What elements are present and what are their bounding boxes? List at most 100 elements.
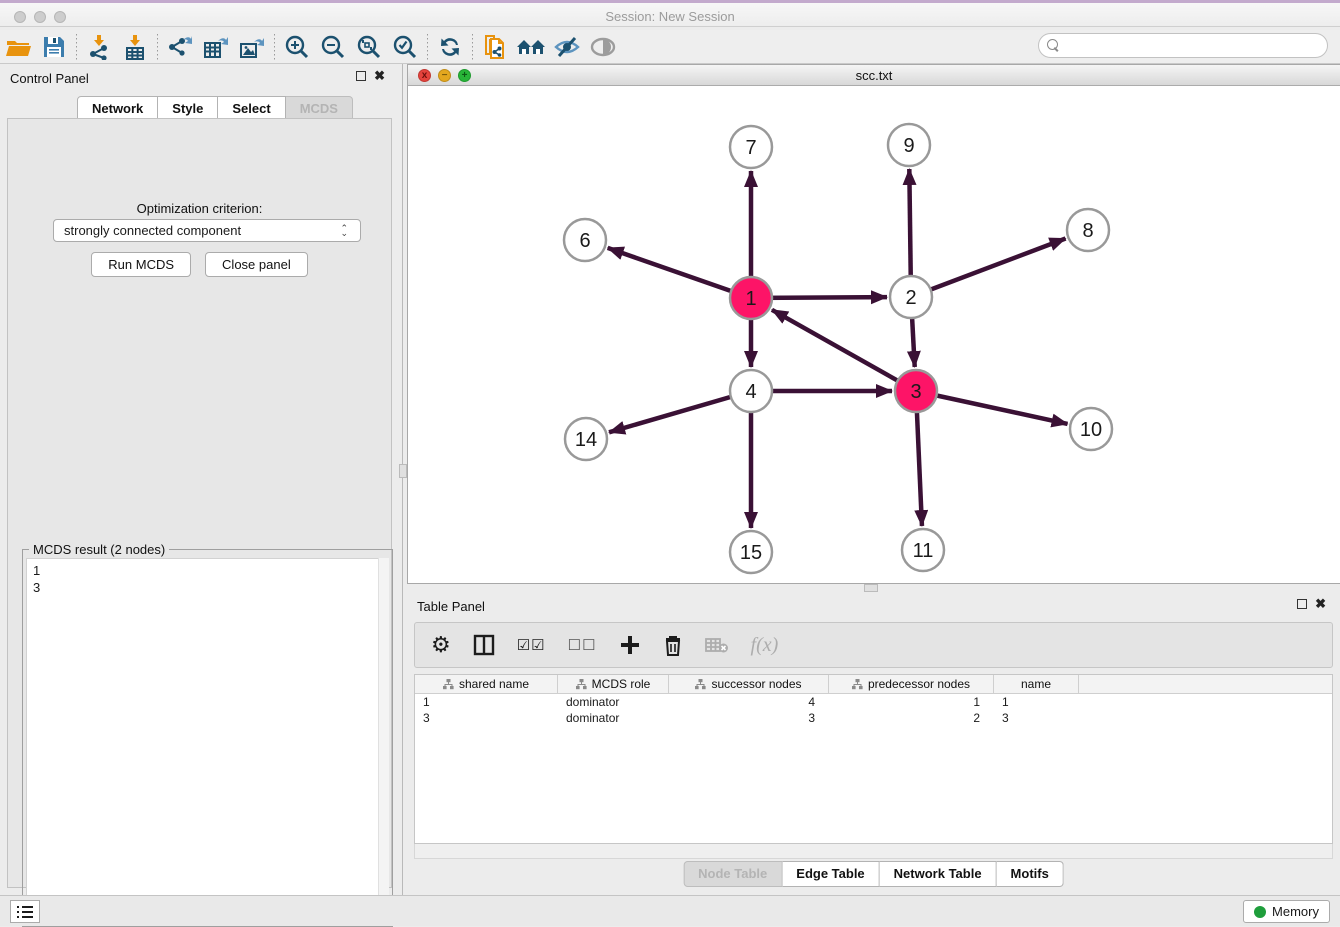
column-header-shared-name[interactable]: shared name [415,675,558,693]
zoom-selected-button[interactable] [387,32,423,62]
table-row[interactable]: 1dominator411 [415,694,1332,710]
select-all-icon[interactable]: ☑☑ [517,636,546,654]
search-field[interactable] [1038,33,1328,58]
frame-minimize-icon[interactable]: − [438,69,451,82]
table-cell[interactable]: 3 [415,710,558,726]
graph-node-11[interactable]: 11 [902,529,944,571]
column-sort-icon [576,679,587,690]
column-header-MCDS-role[interactable]: MCDS role [558,675,669,693]
window-titlebar: Session: New Session [0,0,1340,27]
edge-2-8[interactable] [911,238,1066,297]
export-image-button[interactable] [234,32,270,62]
table-hscrollbar[interactable] [414,844,1333,859]
search-icon [1047,39,1060,52]
table-panel-float-icon[interactable] [1297,599,1307,609]
network-window-titlebar[interactable]: x − + scc.txt [408,65,1340,86]
close-panel-button[interactable]: Close panel [205,252,308,277]
table-cell[interactable]: 4 [669,694,829,710]
control-panel-float-icon[interactable] [356,71,366,81]
mcds-result-title: MCDS result (2 nodes) [29,542,169,557]
network-overview-button[interactable] [513,32,549,62]
graph-node-10[interactable]: 10 [1070,408,1112,450]
edge-1-6[interactable] [608,248,751,298]
export-table-icon [203,34,229,60]
splitter-grip[interactable] [864,584,878,592]
export-table-button[interactable] [198,32,234,62]
table-panel-close-icon[interactable]: ✖ [1315,599,1326,609]
node-label: 11 [913,540,934,562]
column-layout-icon[interactable] [473,634,495,656]
export-network-button[interactable] [162,32,198,62]
zoom-fit-icon [356,34,382,60]
table-cell[interactable]: 1 [415,694,558,710]
delete-table-icon [705,635,729,655]
graph-node-7[interactable]: 7 [730,126,772,168]
graph-node-14[interactable]: 14 [565,418,607,460]
criterion-select[interactable]: strongly connected component ⌃⌄ [53,219,361,242]
zoom-out-button[interactable] [315,32,351,62]
network-canvas[interactable]: 1 2 3 4 6 7 8 9 10 11 14 15 [408,86,1339,583]
refresh-icon [437,34,463,60]
tab-node-table[interactable]: Node Table [683,861,782,887]
zoom-in-icon [284,34,310,60]
frame-maximize-icon[interactable]: + [458,69,471,82]
table-row[interactable]: 3dominator323 [415,710,1332,726]
delete-column-icon[interactable] [663,634,683,656]
save-session-button[interactable] [36,32,72,62]
column-header-successor-nodes[interactable]: successor nodes [669,675,829,693]
network-graph[interactable]: 1 2 3 4 6 7 8 9 10 11 14 15 [408,86,1339,583]
toggle-visibility-button[interactable] [549,32,585,62]
zoom-fit-button[interactable] [351,32,387,62]
add-column-icon[interactable] [619,634,641,656]
toolbar-separator [472,34,473,60]
edge-3-10[interactable] [916,391,1068,424]
table-cell[interactable]: 3 [669,710,829,726]
table-panel: Table Panel ✖ ⚙ ☑☑ ☐☐ f(x) shared nameMC… [407,592,1340,895]
select-stepper-icon: ⌃⌄ [340,226,350,236]
search-input[interactable] [1065,38,1327,53]
column-header-name[interactable]: name [994,675,1079,693]
result-scrollbar[interactable] [378,558,389,923]
table-cell[interactable]: 1 [994,694,1079,710]
splitter-grip[interactable] [399,464,407,478]
graph-node-6[interactable]: 6 [564,219,606,261]
tab-motifs[interactable]: Motifs [997,861,1064,887]
clone-network-icon [482,34,508,60]
table-cell[interactable]: 1 [829,694,994,710]
deselect-all-icon[interactable]: ☐☐ [568,636,597,654]
refresh-button[interactable] [432,32,468,62]
graph-node-1[interactable]: 1 [730,277,772,319]
zoom-in-button[interactable] [279,32,315,62]
table-settings-icon[interactable]: ⚙ [431,632,451,658]
window-title: Session: New Session [0,9,1340,24]
table-cell[interactable]: dominator [558,694,669,710]
control-panel-close-icon[interactable]: ✖ [374,71,385,81]
memory-button[interactable]: Memory [1243,900,1330,923]
tab-network-table[interactable]: Network Table [880,861,997,887]
import-table-button[interactable] [117,32,153,62]
horizontal-splitter[interactable] [407,584,1340,592]
graph-node-2[interactable]: 2 [890,276,932,318]
open-session-button[interactable] [0,32,36,62]
import-network-button[interactable] [81,32,117,62]
graph-node-9[interactable]: 9 [888,124,930,166]
graph-node-15[interactable]: 15 [730,531,772,573]
table-cell[interactable]: 3 [994,710,1079,726]
graph-node-3[interactable]: 3 [895,370,937,412]
criterion-value: strongly connected component [64,223,241,238]
edge-3-1[interactable] [772,310,916,391]
graph-node-8[interactable]: 8 [1067,209,1109,251]
vertical-splitter[interactable] [399,64,407,895]
column-header-predecessor-nodes[interactable]: predecessor nodes [829,675,994,693]
table-cell[interactable]: dominator [558,710,669,726]
graph-node-4[interactable]: 4 [730,370,772,412]
task-history-button[interactable] [10,900,40,923]
run-mcds-button[interactable]: Run MCDS [91,252,191,277]
frame-close-icon[interactable]: x [418,69,431,82]
clone-network-button[interactable] [477,32,513,62]
column-sort-icon [695,679,706,690]
tab-edge-table[interactable]: Edge Table [782,861,879,887]
export-network-icon [167,34,193,60]
table-cell[interactable]: 2 [829,710,994,726]
mcds-result-text[interactable]: 13 [26,558,389,923]
